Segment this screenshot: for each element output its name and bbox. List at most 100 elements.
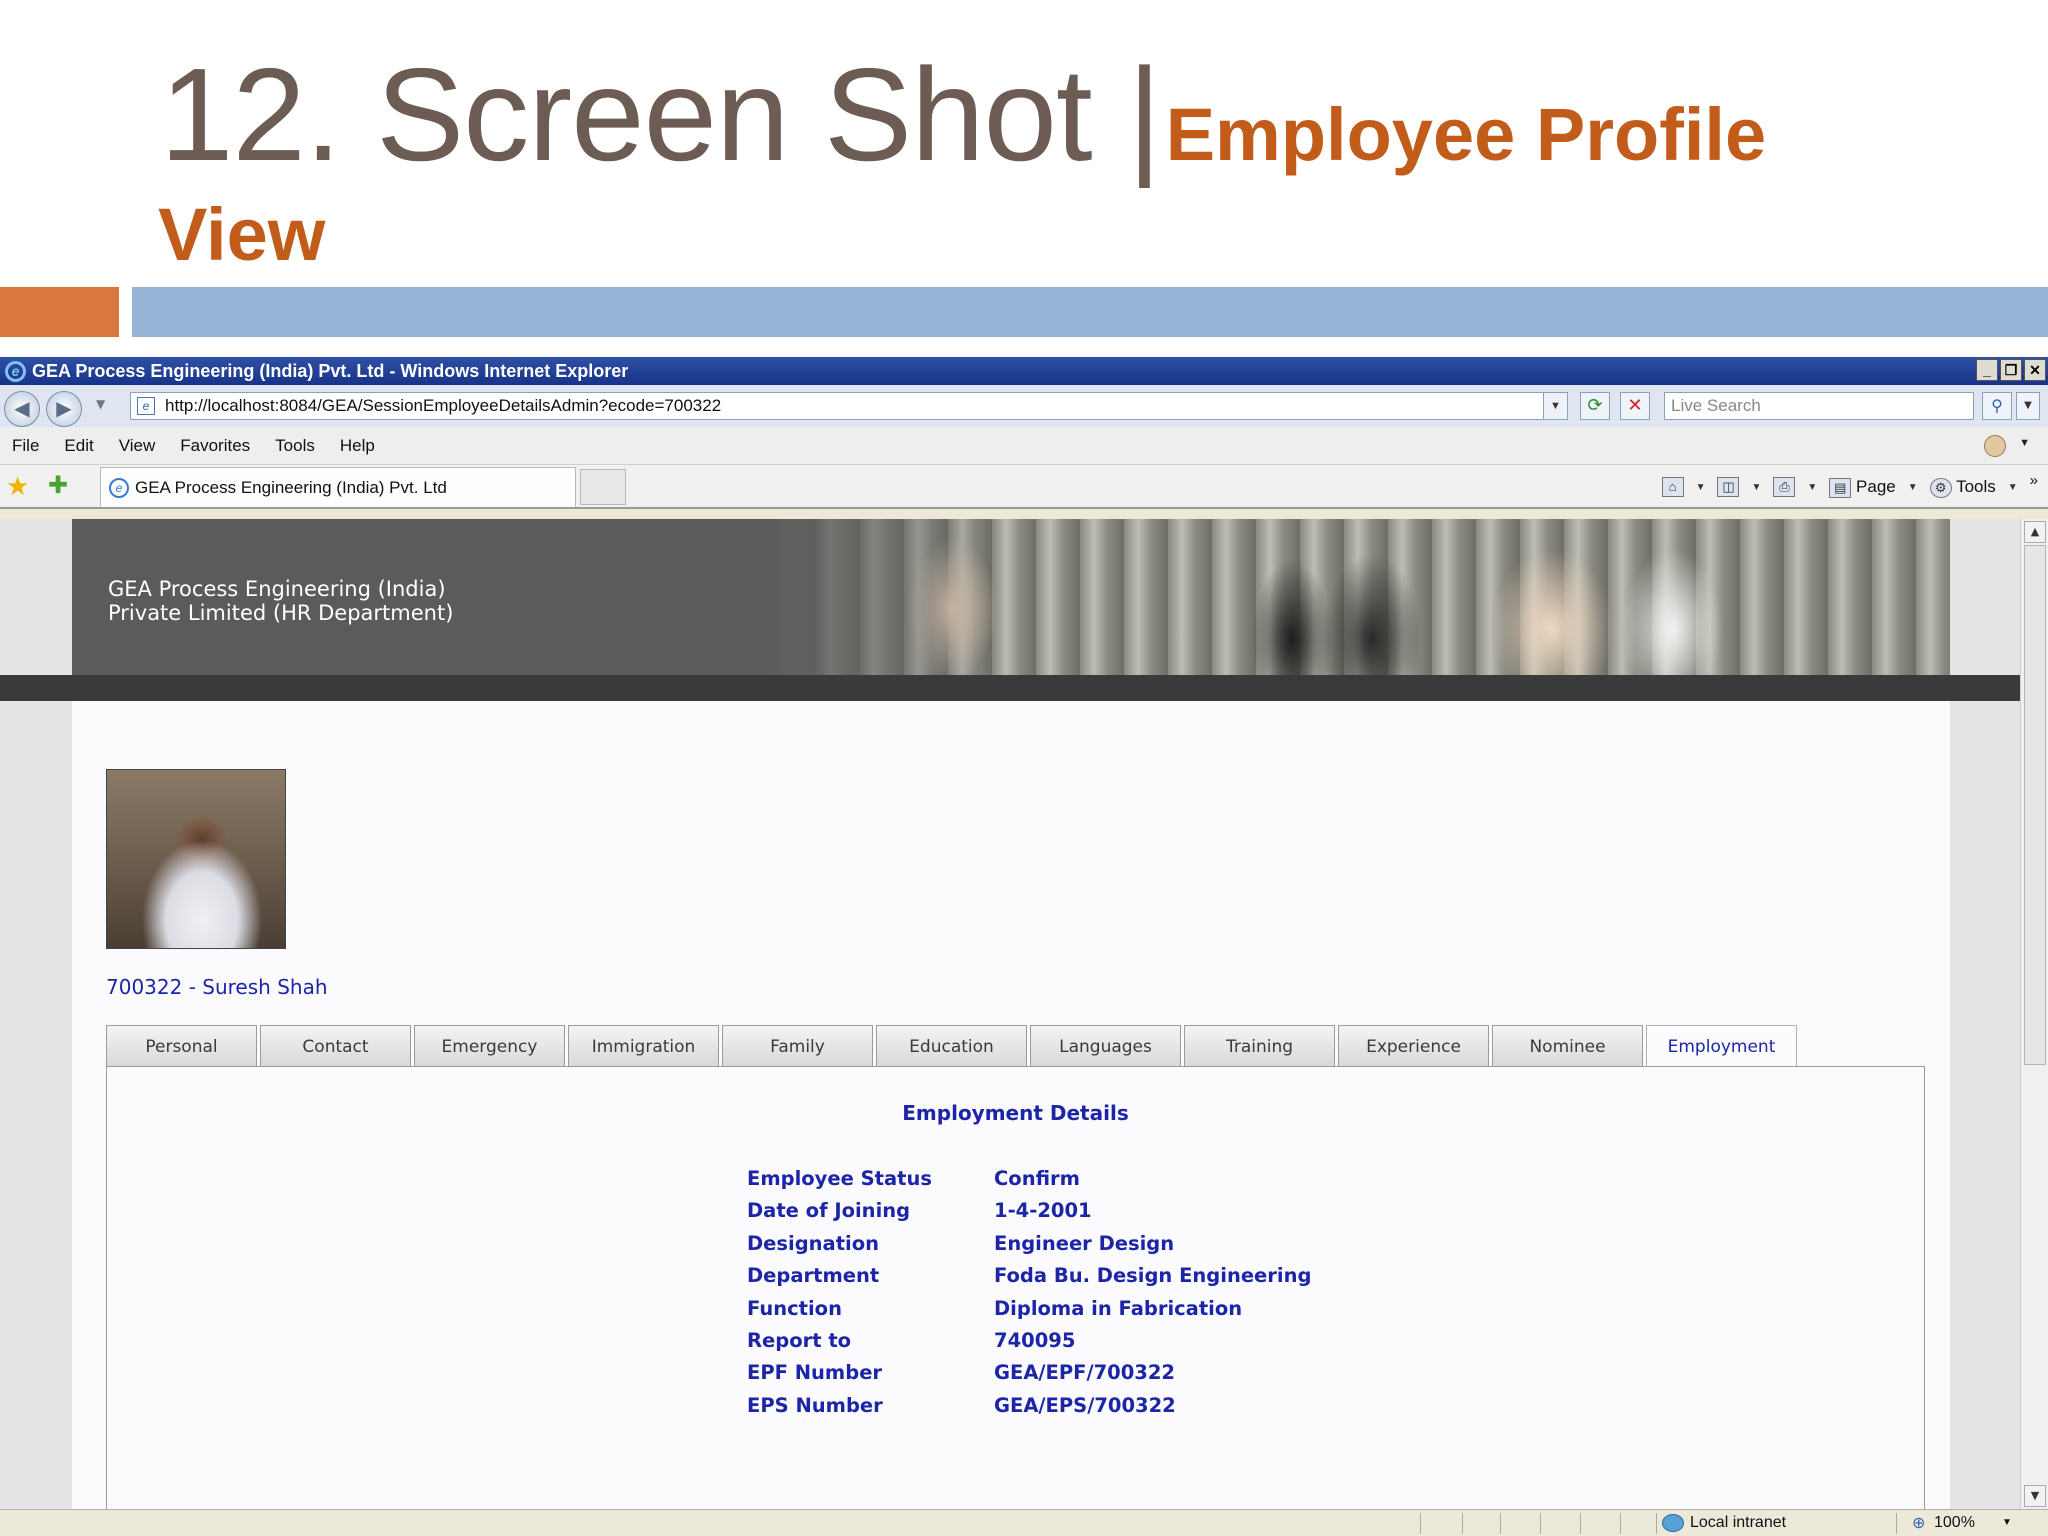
globe-icon[interactable] <box>1984 435 2006 457</box>
url-dropdown-icon[interactable]: ▼ <box>1543 393 1567 419</box>
print-icon[interactable]: ⎙ <box>1773 477 1796 497</box>
status-divider <box>1656 1513 1657 1534</box>
tab-experience[interactable]: Experience <box>1338 1025 1489 1067</box>
tab-training[interactable]: Training <box>1184 1025 1335 1067</box>
tab-family[interactable]: Family <box>722 1025 873 1067</box>
tab-immigration[interactable]: Immigration <box>568 1025 719 1067</box>
close-button[interactable]: ✕ <box>2024 359 2046 381</box>
scroll-down-button[interactable]: ▼ <box>2024 1485 2046 1507</box>
tab-nominee[interactable]: Nominee <box>1492 1025 1643 1067</box>
window-titlebar: e GEA Process Engineering (India) Pvt. L… <box>0 357 2048 385</box>
search-icon[interactable]: ⚲ <box>1982 392 2012 420</box>
tab-personal[interactable]: Personal <box>106 1025 257 1067</box>
browser-tab[interactable]: e GEA Process Engineering (India) Pvt. L… <box>100 467 576 507</box>
page-content: 700322 - Suresh Shah Personal Contact Em… <box>72 701 1950 1509</box>
tab-education[interactable]: Education <box>876 1025 1027 1067</box>
page-menu-button[interactable]: ▤ Page <box>1829 477 1896 498</box>
detail-value: Foda Bu. Design Engineering <box>994 1264 1312 1288</box>
detail-value: 740095 <box>994 1328 1076 1352</box>
scroll-thumb[interactable] <box>2024 545 2046 1065</box>
menu-view[interactable]: View <box>119 436 156 456</box>
tools-menu-label: Tools <box>1956 476 1996 496</box>
employment-panel: Employment Details Employee Status Confir… <box>106 1066 1925 1509</box>
detail-label: Designation <box>747 1231 879 1255</box>
globe-dropdown-icon[interactable]: ▼ <box>2019 437 2030 449</box>
new-tab-button[interactable] <box>580 469 626 505</box>
favorites-star-icon[interactable]: ★ <box>6 472 29 500</box>
slide-title-subtitle-continued: View <box>158 193 326 276</box>
detail-label: Department <box>747 1264 880 1288</box>
refresh-button[interactable]: ⟳ <box>1580 392 1610 420</box>
menu-edit[interactable]: Edit <box>64 436 93 456</box>
tab-languages[interactable]: Languages <box>1030 1025 1181 1067</box>
zoom-level: 100% <box>1934 1514 1975 1531</box>
menu-file[interactable]: File <box>12 436 39 456</box>
tab-favicon-icon: e <box>109 478 129 498</box>
employment-details-table: Employee Status Confirm Date of Joining 1-… <box>747 1163 1311 1422</box>
status-divider <box>1462 1513 1463 1534</box>
detail-label: Employee Status <box>747 1167 932 1190</box>
stop-button[interactable]: ✕ <box>1620 392 1650 420</box>
status-bar: Local intranet ⊕ 100% ▼ <box>0 1509 2048 1536</box>
tab-employment[interactable]: Employment <box>1646 1025 1797 1067</box>
zoom-control[interactable]: ⊕ 100% <box>1908 1512 1975 1534</box>
url-field[interactable]: e http://localhost:8084/GEA/SessionEmplo… <box>130 392 1568 420</box>
print-dropdown-icon[interactable]: ▼ <box>1807 482 1817 493</box>
tools-dropdown-icon[interactable]: ▼ <box>2008 482 2018 493</box>
slide-title-main: 12. Screen Shot | <box>160 41 1162 188</box>
menu-tools[interactable]: Tools <box>275 436 315 456</box>
history-dropdown-icon[interactable]: ▼ <box>96 397 105 411</box>
window-title: GEA Process Engineering (India) Pvt. Ltd… <box>32 361 629 381</box>
zoom-dropdown-icon[interactable]: ▼ <box>2002 1512 2012 1534</box>
status-divider <box>1500 1513 1501 1534</box>
home-dropdown-icon[interactable]: ▼ <box>1696 482 1706 493</box>
detail-value: Confirm <box>994 1167 1080 1190</box>
restore-button[interactable]: ❐ <box>2000 359 2022 381</box>
detail-row: Date of Joining 1-4-2001 <box>747 1195 1311 1227</box>
menu-help[interactable]: Help <box>340 436 375 456</box>
detail-label: Function <box>747 1296 842 1320</box>
chevron-more-icon[interactable]: » <box>2030 472 2038 489</box>
tab-emergency[interactable]: Emergency <box>414 1025 565 1067</box>
detail-value: Engineer Design <box>994 1231 1175 1255</box>
page-viewport: GEA Process Engineering (India) Private … <box>0 519 2048 1509</box>
page-icon: ▤ <box>1829 477 1852 498</box>
add-favorites-icon[interactable]: ✚ <box>48 472 68 500</box>
url-text: http://localhost:8084/GEA/SessionEmploye… <box>165 396 722 415</box>
detail-row: EPF Number GEA/EPF/700322 <box>747 1357 1311 1389</box>
menu-favorites[interactable]: Favorites <box>180 436 250 456</box>
vertical-scrollbar[interactable]: ▲ ▼ <box>2020 519 2048 1509</box>
home-icon[interactable]: ⌂ <box>1661 477 1684 497</box>
page-dropdown-icon[interactable]: ▼ <box>1908 482 1918 493</box>
command-bar: ⌂ ▼ ◫ ▼ ⎙ ▼ ▤ Page ▼ ⚙ Tools ▼ » <box>1661 465 2038 509</box>
search-options-dropdown-icon[interactable]: ▼ <box>2016 392 2040 420</box>
detail-row: Employee Status Confirm <box>747 1163 1311 1195</box>
scroll-up-button[interactable]: ▲ <box>2024 521 2046 543</box>
search-input[interactable]: Live Search <box>1664 392 1974 420</box>
detail-label: EPF Number <box>747 1361 883 1385</box>
feeds-dropdown-icon[interactable]: ▼ <box>1751 482 1761 493</box>
gear-icon: ⚙ <box>1929 477 1952 498</box>
banner-fade <box>772 519 1012 675</box>
forward-button[interactable]: ▶ <box>46 391 82 427</box>
banner-company-name: GEA Process Engineering (India) Private … <box>108 577 453 625</box>
detail-label: Report to <box>747 1328 852 1352</box>
profile-tabs: Personal Contact Emergency Immigration F… <box>106 1025 1800 1067</box>
slide-title-subtitle: Employee Profile <box>1165 93 1767 176</box>
status-divider <box>1896 1513 1897 1534</box>
feeds-icon[interactable]: ◫ <box>1717 477 1740 497</box>
minimize-button[interactable]: _ <box>1976 359 1998 381</box>
tab-contact[interactable]: Contact <box>260 1025 411 1067</box>
accent-bar-blue <box>132 287 2048 337</box>
detail-row: Function Diploma in Fabrication <box>747 1293 1311 1325</box>
page-icon: e <box>137 397 155 415</box>
accent-bar-orange <box>0 287 119 337</box>
tools-menu-button[interactable]: ⚙ Tools <box>1929 476 1996 498</box>
detail-value: Diploma in Fabrication <box>994 1296 1243 1320</box>
detail-value: 1-4-2001 <box>994 1199 1092 1223</box>
detail-row: Designation Engineer Design <box>747 1228 1311 1260</box>
detail-value: GEA/EPF/700322 <box>994 1361 1176 1385</box>
back-button[interactable]: ◀ <box>4 391 40 427</box>
status-divider <box>1620 1513 1621 1534</box>
security-zone[interactable]: Local intranet <box>1660 1512 1786 1534</box>
